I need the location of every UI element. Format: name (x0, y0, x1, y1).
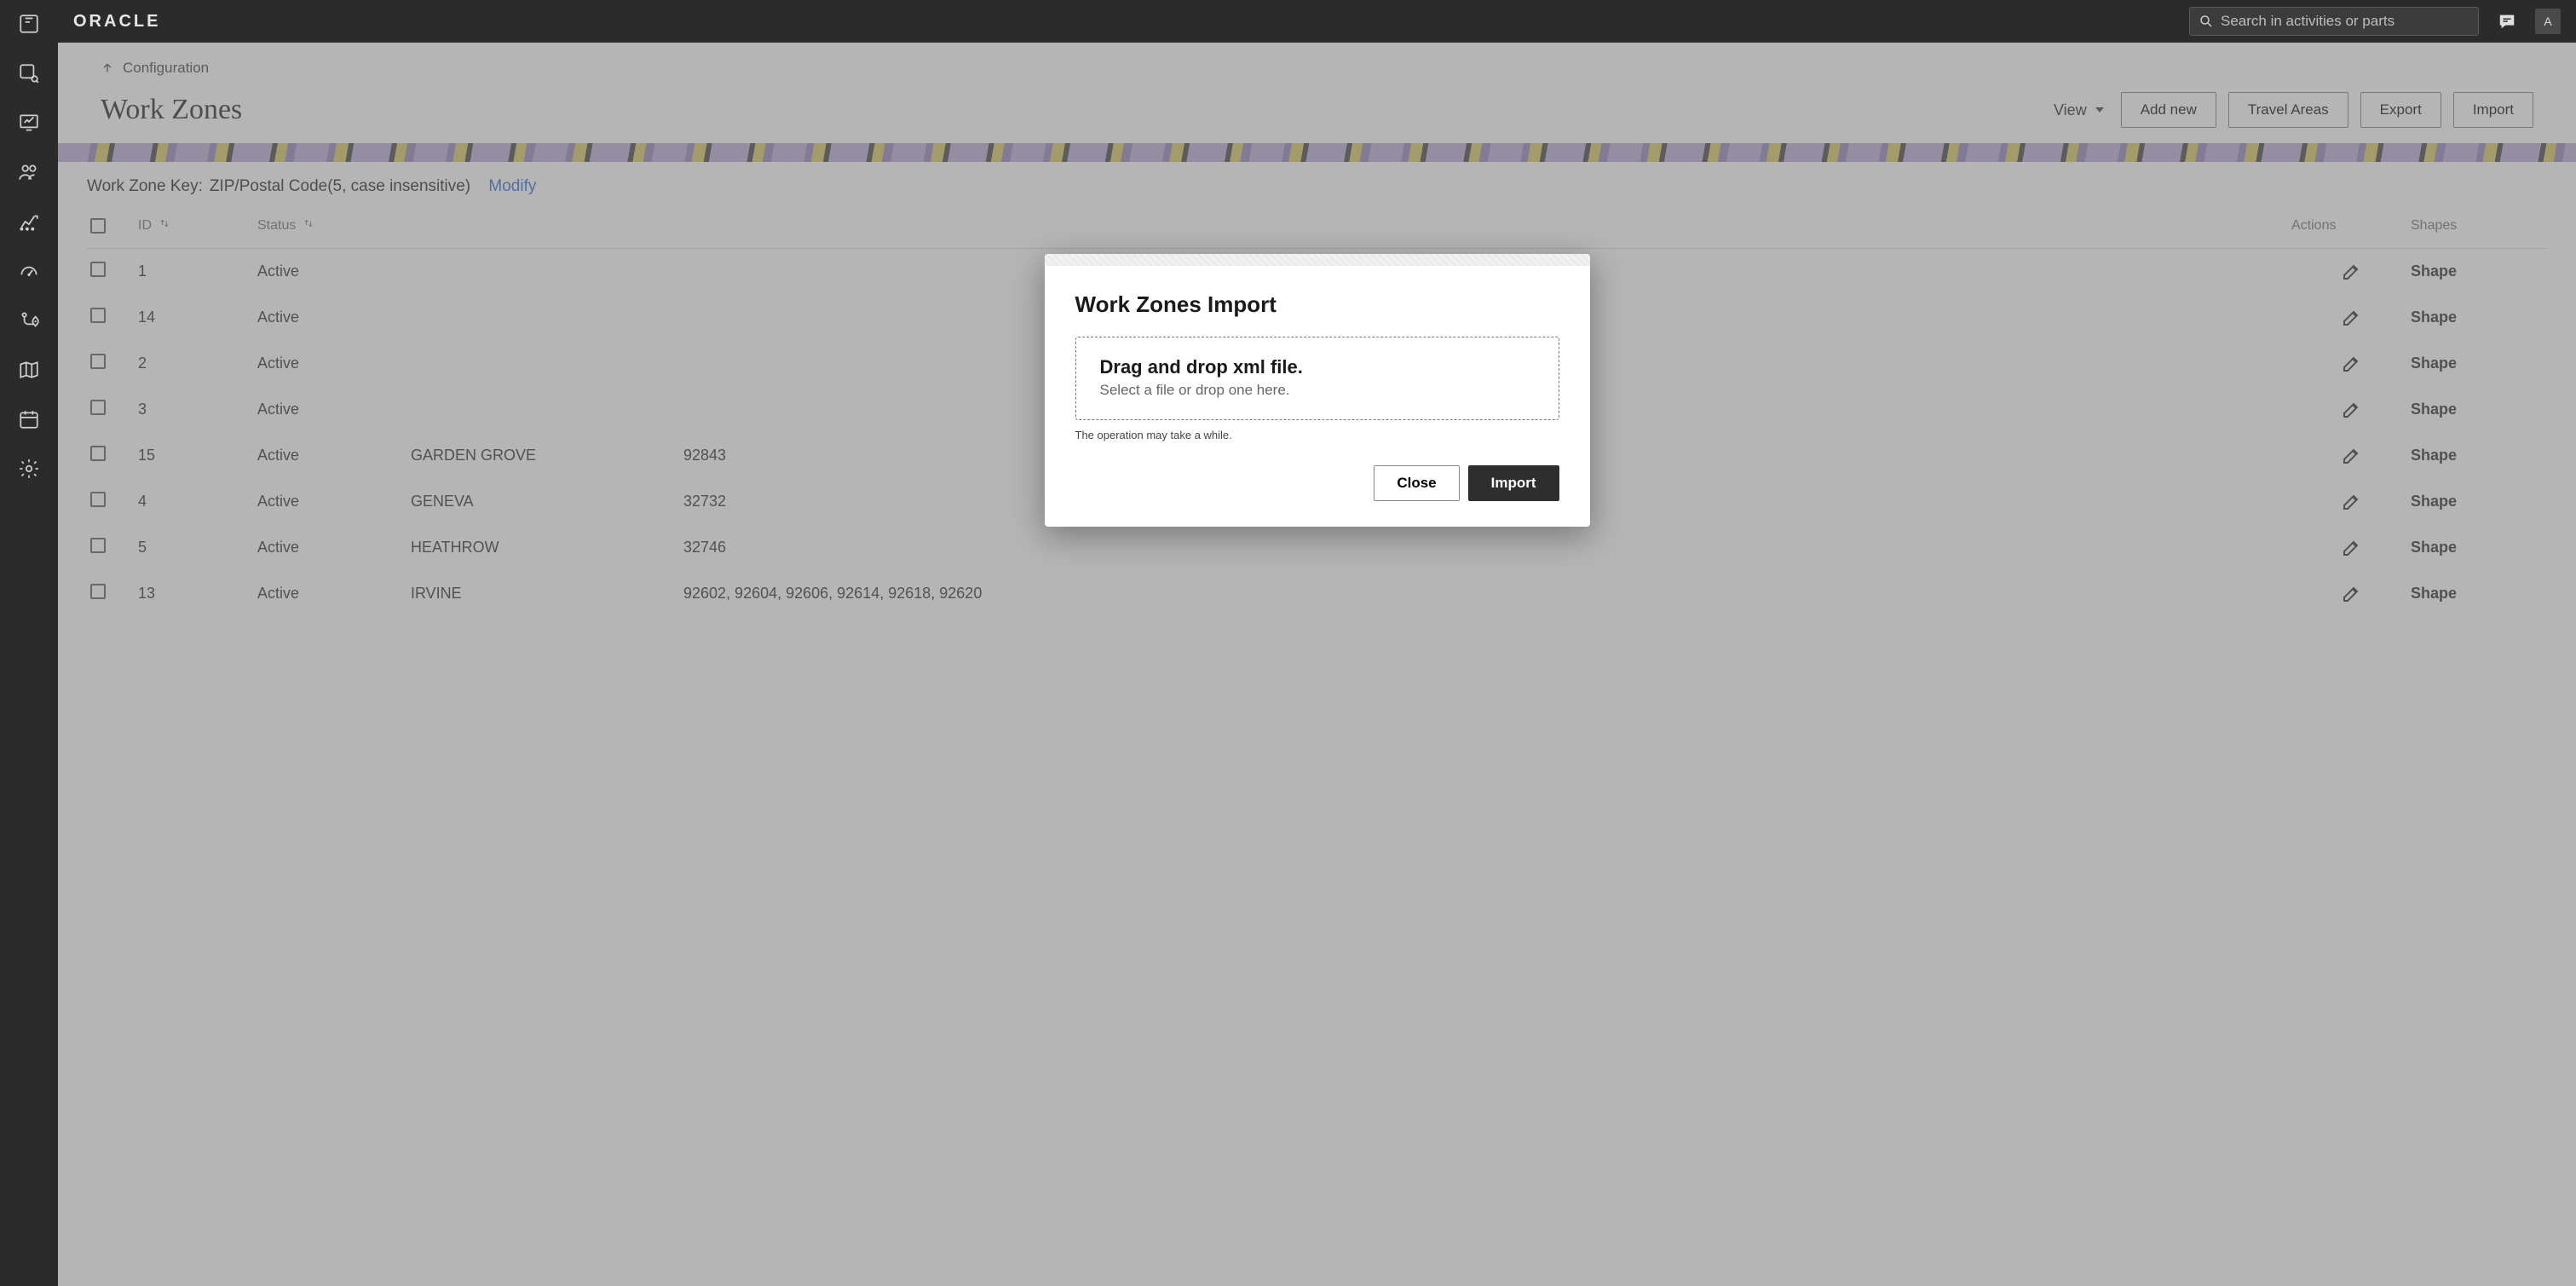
file-dropzone[interactable]: Drag and drop xml file. Select a file or… (1075, 337, 1559, 420)
modal-overlay[interactable]: Work Zones Import Drag and drop xml file… (58, 43, 2576, 1286)
nav-map-icon[interactable] (17, 358, 41, 382)
dropzone-sub: Select a file or drop one here. (1100, 382, 1535, 399)
nav-trend-icon[interactable] (17, 210, 41, 234)
nav-route-icon[interactable] (17, 309, 41, 332)
search-icon (2199, 14, 2214, 29)
user-avatar[interactable]: A (2535, 9, 2561, 34)
search-input[interactable] (2221, 13, 2469, 30)
top-bar: ORACLE A (58, 0, 2576, 43)
dropzone-title: Drag and drop xml file. (1100, 356, 1535, 378)
modal-close-button[interactable]: Close (1374, 465, 1459, 501)
oracle-logo: ORACLE (73, 12, 160, 32)
page-content: Configuration Work Zones View Add new Tr… (58, 43, 2576, 1286)
nav-people-icon[interactable] (17, 160, 41, 184)
import-modal: Work Zones Import Drag and drop xml file… (1045, 254, 1590, 527)
left-nav-rail (0, 0, 58, 1286)
nav-calendar-icon[interactable] (17, 407, 41, 431)
nav-home-icon[interactable] (17, 12, 41, 36)
modal-import-button[interactable]: Import (1468, 465, 1559, 501)
modal-title: Work Zones Import (1075, 291, 1559, 318)
modal-grip-strip (1045, 254, 1590, 266)
global-search[interactable] (2189, 7, 2479, 36)
nav-assets-icon[interactable] (17, 61, 41, 85)
modal-note: The operation may take a while. (1075, 429, 1559, 441)
nav-settings-icon[interactable] (17, 457, 41, 481)
nav-gauge-icon[interactable] (17, 259, 41, 283)
nav-monitor-icon[interactable] (17, 111, 41, 135)
messages-icon[interactable] (2494, 9, 2520, 34)
